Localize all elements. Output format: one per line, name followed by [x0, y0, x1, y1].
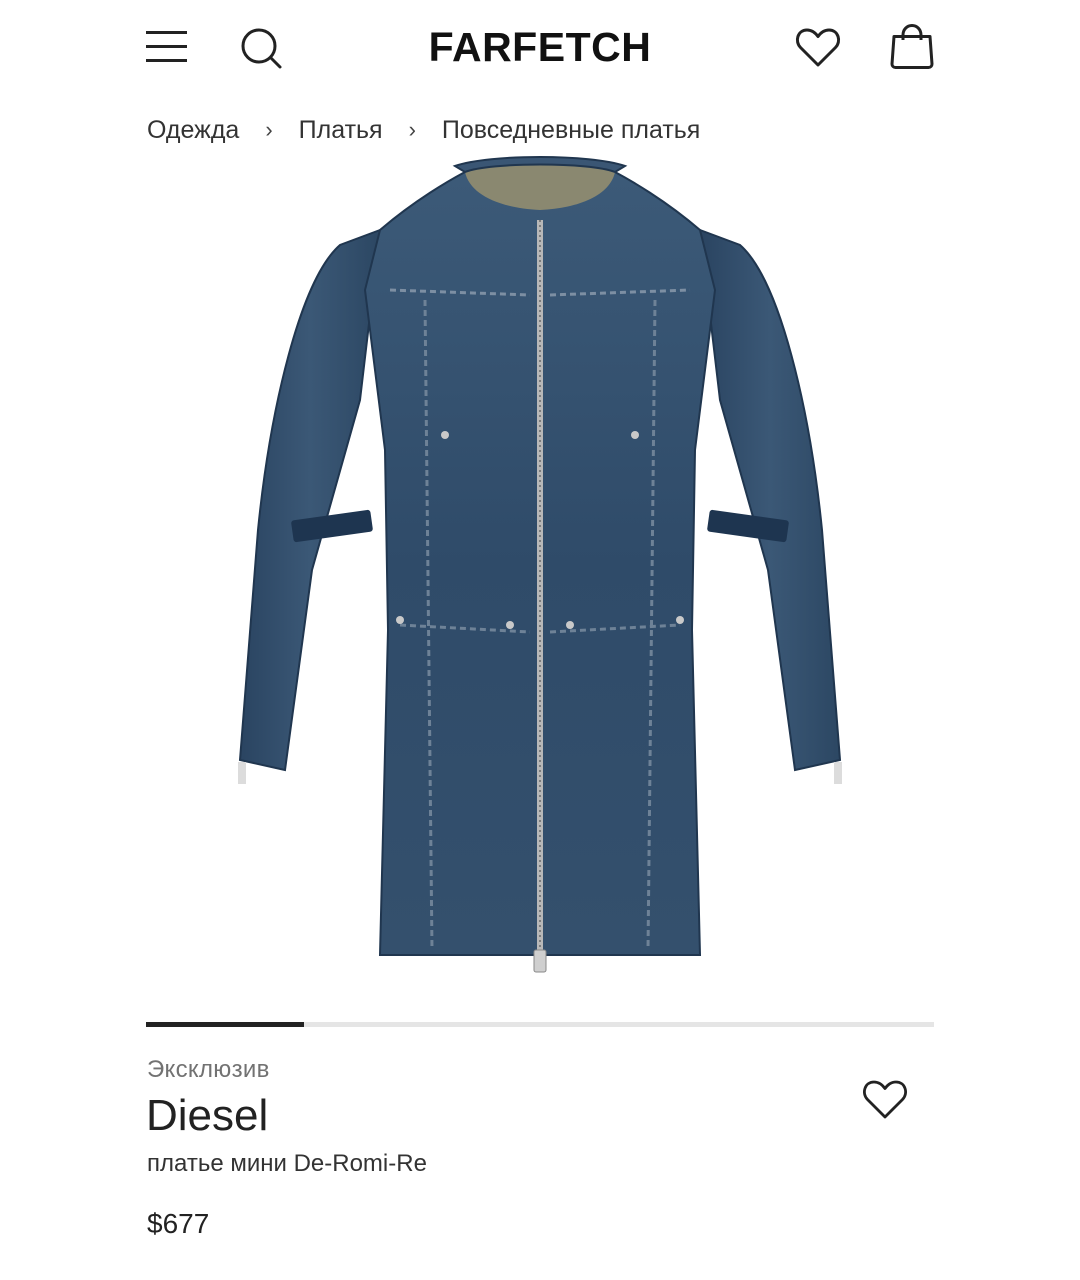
exclusive-badge: Эксклюзив — [147, 1056, 270, 1083]
brand-name[interactable]: Diesel — [146, 1091, 268, 1141]
image-gallery-progress-fill — [146, 1022, 304, 1027]
product-image[interactable] — [200, 150, 880, 990]
heart-icon[interactable] — [795, 26, 841, 68]
add-to-wishlist-heart-icon[interactable] — [862, 1078, 908, 1125]
product-price: $677 — [147, 1208, 210, 1239]
breadcrumb-separator: › — [408, 117, 416, 142]
breadcrumb: Одежда › Платья › Повседневные платья — [147, 112, 700, 148]
breadcrumb-item-clothing[interactable]: Одежда — [147, 116, 239, 145]
breadcrumb-item-dresses[interactable]: Платья — [299, 116, 383, 145]
denim-dress-illustration — [238, 156, 842, 973]
product-name: платье мини De-Romi-Re — [147, 1150, 427, 1177]
shopping-bag-icon[interactable] — [888, 22, 936, 70]
image-gallery-progress — [146, 1022, 934, 1027]
top-nav-bar: FARFETCH — [0, 0, 1080, 95]
breadcrumb-separator: › — [265, 117, 273, 142]
breadcrumb-item-casual-dresses[interactable]: Повседневные платья — [442, 116, 700, 145]
